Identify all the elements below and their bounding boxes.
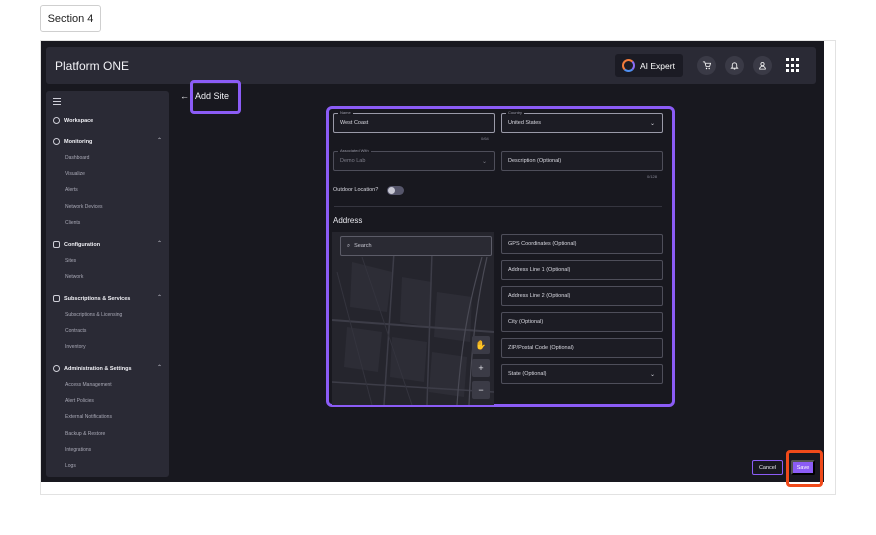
sidebar-group-monitoring[interactable]: Monitoring xyxy=(53,138,92,145)
map-view[interactable]: ⌕ Search ✋ + − xyxy=(332,232,494,405)
sidebar-item-workspace[interactable]: Workspace xyxy=(53,117,93,124)
sidebar-item-logs[interactable]: Logs xyxy=(65,463,76,469)
sidebar-item-dashboard[interactable]: Dashboard xyxy=(65,155,89,161)
sidebar-item-network[interactable]: Network xyxy=(65,274,83,280)
sidebar-item-sites[interactable]: Sites xyxy=(65,258,76,264)
divider xyxy=(334,206,662,207)
country-select-value: United States xyxy=(508,120,542,126)
sidebar-group-configuration[interactable]: Configuration xyxy=(53,241,100,248)
apps-grid-icon[interactable] xyxy=(786,58,801,73)
title-highlight-box xyxy=(190,80,241,114)
cancel-button[interactable]: Cancel xyxy=(752,460,783,475)
state-select[interactable]: State (Optional) ⌄ xyxy=(501,364,663,384)
country-select[interactable]: Country United States ⌄ xyxy=(501,110,663,133)
sidebar-item-access-management[interactable]: Access Management xyxy=(65,382,112,388)
map-search-placeholder: Search xyxy=(354,243,372,249)
sidebar-group-label: Monitoring xyxy=(64,138,93,145)
gps-placeholder: GPS Coordinates (Optional) xyxy=(508,241,577,247)
menu-icon[interactable] xyxy=(53,98,61,107)
address-line-2-field[interactable]: Address Line 2 (Optional) xyxy=(501,286,663,306)
brand-title: Platform ONE xyxy=(55,59,130,73)
zip-placeholder: ZIP/Postal Code (Optional) xyxy=(508,345,574,351)
zoom-in-icon[interactable]: + xyxy=(472,359,490,377)
address1-placeholder: Address Line 1 (Optional) xyxy=(508,267,571,273)
ai-logo-icon xyxy=(622,59,635,72)
ai-expert-label: AI Expert xyxy=(640,60,675,71)
associated-with-value: Demo Lab xyxy=(340,158,366,164)
sidebar-group-label: Subscriptions & Services xyxy=(64,295,131,302)
description-field[interactable]: Description (Optional) xyxy=(501,151,663,171)
map-streets xyxy=(332,232,494,405)
top-bar: Platform ONE AI Expert xyxy=(46,47,816,84)
sidebar-group-label: Configuration xyxy=(64,241,101,248)
chevron-up-icon[interactable]: ⌃ xyxy=(157,294,162,301)
workspace-icon xyxy=(53,117,60,124)
sidebar-item-subscriptions-licensing[interactable]: Subscriptions & Licensing xyxy=(65,312,122,318)
monitor-icon xyxy=(53,138,60,145)
name-counter: 0/64 xyxy=(481,136,489,141)
chevron-down-icon: ⌄ xyxy=(481,158,487,165)
sidebar-item-alerts[interactable]: Alerts xyxy=(65,187,78,193)
sidebar-item-network-devices[interactable]: Network Devices xyxy=(65,204,103,210)
map-search-input[interactable]: ⌕ Search xyxy=(340,236,492,256)
city-placeholder: City (Optional) xyxy=(508,319,544,325)
description-counter: 0/128 xyxy=(647,174,658,179)
user-icon[interactable] xyxy=(753,56,772,75)
sidebar-item-backup-restore[interactable]: Backup & Restore xyxy=(65,431,105,437)
settings-icon xyxy=(53,365,60,372)
address-heading: Address xyxy=(333,216,363,225)
associated-with-label: Associated With xyxy=(338,148,371,153)
chevron-up-icon[interactable]: ⌃ xyxy=(157,137,162,144)
search-icon: ⌕ xyxy=(347,242,351,249)
ai-expert-button[interactable]: AI Expert xyxy=(615,54,683,77)
chevron-down-icon: ⌄ xyxy=(649,371,655,378)
app-window: Platform ONE AI Expert Workspace Monitor… xyxy=(41,41,824,482)
gps-coordinates-field[interactable]: GPS Coordinates (Optional) xyxy=(501,234,663,254)
save-highlight-box xyxy=(786,450,823,487)
back-arrow-icon[interactable]: ← xyxy=(180,91,189,101)
sidebar-item-inventory[interactable]: Inventory xyxy=(65,344,86,350)
sidebar-group-label: Administration & Settings xyxy=(64,365,132,372)
chevron-down-icon: ⌄ xyxy=(649,120,655,127)
sidebar-group-administration[interactable]: Administration & Settings xyxy=(53,365,132,372)
outdoor-location-toggle[interactable] xyxy=(387,186,404,195)
sidebar-item-external-notifications[interactable]: External Notifications xyxy=(65,414,112,420)
name-field-label: Name xyxy=(338,110,353,115)
sidebar-item-clients[interactable]: Clients xyxy=(65,220,80,226)
add-site-form: Name West Coast 0/64 Country United Stat… xyxy=(326,106,675,407)
section-tag: Section 4 xyxy=(40,5,101,32)
list-icon xyxy=(53,241,60,248)
pan-hand-icon[interactable]: ✋ xyxy=(472,336,490,354)
sidebar-group-subscriptions[interactable]: Subscriptions & Services xyxy=(53,295,130,302)
country-select-label: Country xyxy=(506,110,525,115)
zoom-out-icon[interactable]: − xyxy=(472,381,490,399)
zip-field[interactable]: ZIP/Postal Code (Optional) xyxy=(501,338,663,358)
address-line-1-field[interactable]: Address Line 1 (Optional) xyxy=(501,260,663,280)
name-field-value: West Coast xyxy=(340,120,369,126)
chevron-up-icon[interactable]: ⌃ xyxy=(157,364,162,371)
cart-icon[interactable] xyxy=(697,56,716,75)
associated-with-select[interactable]: Associated With Demo Lab ⌄ xyxy=(333,148,495,171)
description-placeholder: Description (Optional) xyxy=(508,158,562,164)
sidebar-item-visualize[interactable]: Visualize xyxy=(65,171,85,177)
sidebar-item-contracts[interactable]: Contracts xyxy=(65,328,86,334)
subscription-icon xyxy=(53,295,60,302)
city-field[interactable]: City (Optional) xyxy=(501,312,663,332)
address2-placeholder: Address Line 2 (Optional) xyxy=(508,293,571,299)
name-field[interactable]: Name West Coast xyxy=(333,110,495,133)
state-placeholder: State (Optional) xyxy=(508,371,547,377)
sidebar-item-alert-policies[interactable]: Alert Policies xyxy=(65,398,94,404)
sidebar-item-integrations[interactable]: Integrations xyxy=(65,447,91,453)
sidebar-item-label: Workspace xyxy=(64,117,94,124)
sidebar: Workspace Monitoring ⌃ Dashboard Visuali… xyxy=(46,91,169,477)
chevron-up-icon[interactable]: ⌃ xyxy=(157,240,162,247)
bell-icon[interactable] xyxy=(725,56,744,75)
outdoor-location-label: Outdoor Location? xyxy=(333,187,379,193)
